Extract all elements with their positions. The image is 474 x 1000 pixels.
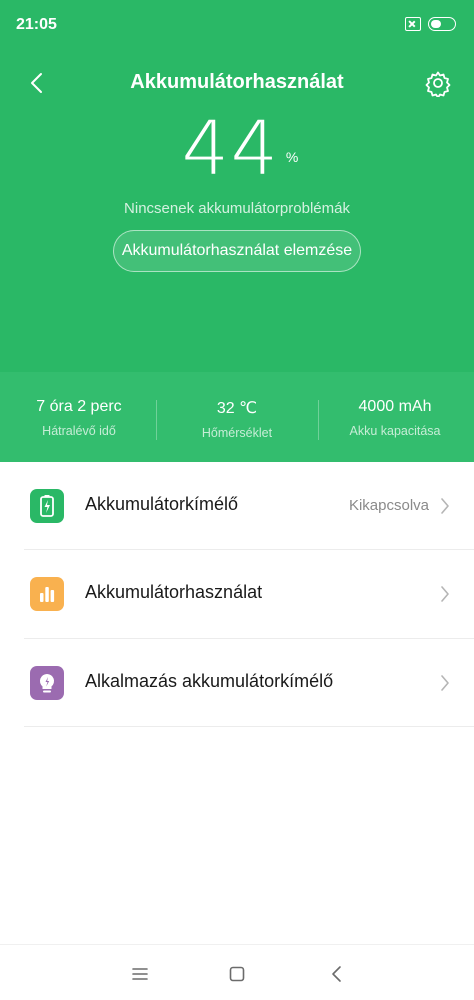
- stat-value: 32 ℃: [216, 400, 258, 417]
- stat-temperature: 32 ℃ Hőmérséklet: [158, 398, 316, 440]
- menu-divider: [24, 726, 474, 727]
- stat-value: 7 óra 2 perc: [36, 398, 122, 415]
- back-icon[interactable]: [325, 962, 349, 986]
- gear-icon: [425, 71, 451, 99]
- stat-remaining-time: 7 óra 2 perc Hátralévő idő: [0, 398, 158, 438]
- battery-percent-unit: %: [285, 149, 299, 165]
- status-time: 21:05: [16, 16, 57, 33]
- battery-icon: [428, 17, 456, 31]
- no-sim-icon: [405, 17, 421, 31]
- battery-status-text: Nincsenek akkumulátorproblémák: [124, 200, 350, 217]
- menu-value: Kikapcsolva: [348, 497, 429, 514]
- stat-capacity: 4000 mAh Akku kapacitása: [316, 398, 474, 438]
- chevron-right-icon: [441, 675, 449, 691]
- menu-label: Akkumulátorhasználat: [85, 582, 263, 602]
- menu-icon[interactable]: [128, 962, 152, 986]
- stat-label: Akku kapacitása: [349, 424, 441, 438]
- stat-divider: [156, 400, 157, 440]
- chevron-right-icon: [441, 586, 449, 602]
- battery-percent-value: 44: [181, 106, 280, 192]
- stat-label: Hőmérséklet: [201, 426, 273, 440]
- analyze-usage-button[interactable]: Akkumulátorhasználat elemzése: [113, 230, 361, 272]
- stat-value: 4000 mAh: [358, 398, 432, 415]
- battery-saver-icon: [30, 489, 64, 523]
- menu-item-battery-usage[interactable]: Akkumulátorhasználat: [0, 550, 474, 638]
- menu-item-battery-saver[interactable]: Akkumulátorkímélő Kikapcsolva: [0, 462, 474, 550]
- navigation-bar: [0, 944, 474, 1000]
- battery-fill: [431, 20, 441, 28]
- home-icon[interactable]: [225, 962, 249, 986]
- status-bar: 21:05: [0, 0, 474, 50]
- menu-label: Alkalmazás akkumulátorkímélő: [85, 671, 334, 691]
- stat-label: Hátralévő idő: [42, 424, 116, 438]
- back-button[interactable]: [22, 68, 52, 98]
- chevron-left-icon: [31, 73, 42, 93]
- chevron-right-icon: [441, 498, 449, 514]
- bar-chart-icon: [30, 577, 64, 611]
- battery-percent: 44%: [0, 106, 474, 192]
- menu-item-app-battery-saver[interactable]: Alkalmazás akkumulátorkímélő: [0, 639, 474, 727]
- page-title: Akkumulátorhasználat: [130, 71, 344, 93]
- menu-label: Akkumulátorkímélő: [85, 494, 239, 514]
- settings-button[interactable]: [424, 69, 452, 99]
- lightbulb-icon: [30, 666, 64, 700]
